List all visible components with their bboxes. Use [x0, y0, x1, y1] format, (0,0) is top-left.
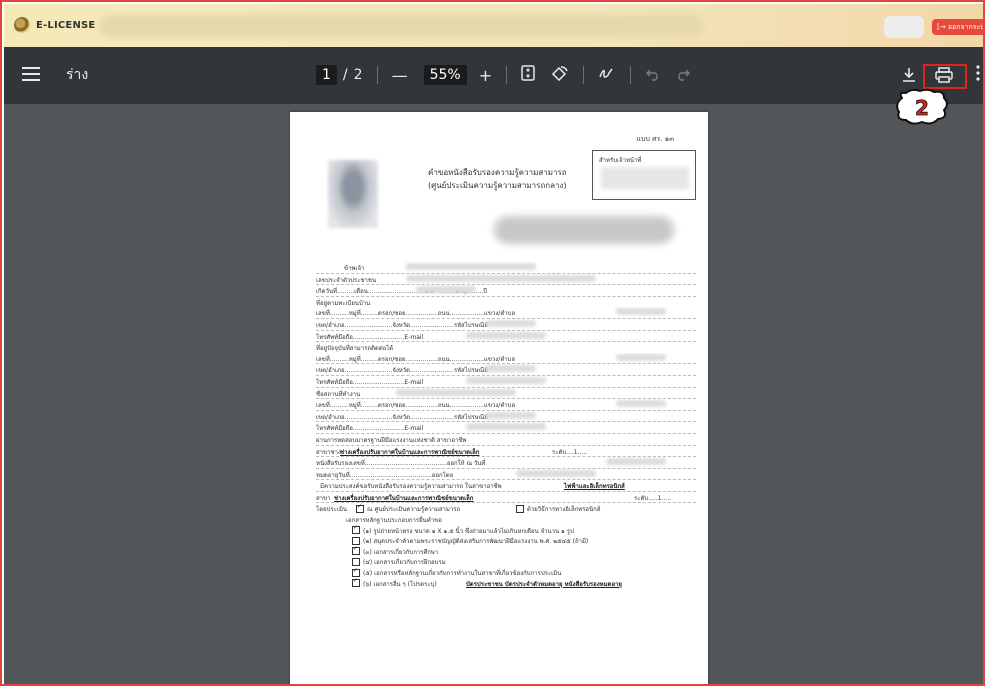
redacted-area [494, 216, 674, 244]
zoom-out-button[interactable]: — [392, 66, 408, 85]
form-row: เขต/อำเภอ.........................จังหวั… [316, 364, 696, 376]
step-badge: 2 [894, 88, 950, 126]
form-row: โทรศัพท์มือถือ..........................… [316, 376, 696, 388]
divider [376, 66, 378, 84]
annotate-icon[interactable] [598, 65, 616, 85]
attachment-item: (๖) เอกสารอื่น ๆ (โปรดระบุ) บัตรประชาชน … [316, 578, 696, 589]
attachment-checkbox[interactable] [352, 525, 360, 535]
form-row: เอกสารหลักฐานประกอบการยื่นคำขอ [346, 517, 442, 525]
form-row: โดยประเมิน ณ ศูนย์ประเมินความรู้ความสามา… [316, 503, 696, 514]
attachment-item: (๕) เอกสารหรือหลักฐานเกี่ยวกับการทำงานใน… [316, 567, 696, 578]
staff-box-label: สำหรับเจ้าหน้าที่ [599, 157, 642, 164]
attachment-checkbox[interactable] [352, 567, 360, 577]
form-row: เลขประจำตัวประชาชน [316, 274, 696, 286]
applicant-photo [328, 160, 378, 228]
rotate-icon[interactable] [551, 65, 569, 85]
undo-icon[interactable] [645, 66, 661, 85]
form-row: เลขที่..........หมู่ที่.........ตรอก/ซอย… [316, 353, 696, 365]
attachment-checkbox[interactable] [352, 557, 360, 566]
attachment-checkbox[interactable] [352, 546, 360, 556]
checkbox-center[interactable] [356, 503, 364, 513]
user-avatar[interactable] [884, 16, 924, 38]
divider [506, 66, 508, 84]
document-viewer[interactable]: แบบ ศร. ๑๓ คำขอหนังสือรับรองความรู้ความส… [4, 104, 983, 684]
form-row: เขต/อำเภอ.........................จังหวั… [316, 319, 696, 331]
document-title: ร่าง [66, 67, 89, 83]
pdf-toolbar: ร่าง 1 / 2 — 55% + [4, 47, 983, 104]
divider [583, 66, 585, 84]
zoom-level-input[interactable]: 55% [423, 65, 467, 85]
form-row: ที่อยู่ตามทะเบียนบ้าน [316, 299, 371, 307]
attachment-checkbox[interactable] [352, 578, 360, 588]
current-page-input[interactable]: 1 [316, 65, 337, 85]
attachment-item: (๑) รูปถ่ายหน้าตรง ขนาด ๑ X ๑.๕ นิ้ว ซึ่… [316, 525, 696, 536]
form-row: เขต/อำเภอ.........................จังหวั… [316, 411, 696, 423]
form-row: หนังสือรับรองเลขที่.....................… [316, 457, 696, 469]
page-controls: 1 / 2 — 55% + [316, 61, 691, 89]
form-row: ข้าพเจ้า [316, 262, 696, 274]
page-separator: / [342, 67, 348, 83]
menu-icon[interactable] [22, 67, 40, 81]
form-row: ที่อยู่ปัจจุบันที่สามารถติดต่อได้ [316, 345, 394, 353]
brand-title: E-LICENSE [36, 19, 96, 31]
brand-logo-icon [14, 17, 30, 33]
redacted-area [601, 167, 689, 189]
attachment-item: (๒) สมุดประจำตัวตามพระราชบัญญัติส่งเสริม… [316, 535, 696, 546]
staff-only-box: สำหรับเจ้าหน้าที่ [592, 150, 696, 200]
logout-button[interactable]: [→ ออกจากระบบ [932, 19, 983, 35]
form-reference: แบบ ศร. ๑๓ [636, 135, 674, 143]
download-icon[interactable] [902, 67, 916, 87]
form-row: หมดอายุวันที่...........................… [316, 469, 696, 481]
form-heading: คำขอหนังสือรับรองความรู้ความสามารถ (ศูนย… [428, 166, 567, 192]
fit-page-icon[interactable] [521, 65, 535, 85]
form-row: เลขที่..........หมู่ที่.........ตรอก/ซอย… [316, 399, 696, 411]
more-icon[interactable] [976, 65, 980, 85]
form-row: สาขา ช่างเครื่องปรับอากาศในบ้านและการพาณ… [316, 492, 696, 504]
checkbox-electronic[interactable] [516, 504, 524, 513]
form-row: สาขาช่าง ช่างเครื่องปรับอากาศในบ้านและกา… [316, 446, 696, 458]
form-row: โทรศัพท์มือถือ..........................… [316, 422, 696, 434]
heading-line-1: คำขอหนังสือรับรองความรู้ความสามารถ [428, 168, 567, 177]
attachment-item: (๓) เอกสารเกี่ยวกับการศึกษา [316, 546, 696, 557]
total-pages: 2 [353, 67, 363, 83]
attachment-checkbox[interactable] [352, 536, 360, 545]
screen-frame: E-LICENSE [→ ออกจากระบบ ร่าง 1 / 2 — 55%… [0, 0, 985, 686]
form-row: เลขที่..........หมู่ที่.........ตรอก/ซอย… [316, 307, 696, 319]
divider [630, 66, 632, 84]
redacted-area [99, 14, 704, 38]
form-row: ชื่อสถานที่ทำงาน [316, 388, 696, 400]
step-number: 2 [915, 96, 929, 120]
pdf-page: แบบ ศร. ๑๓ คำขอหนังสือรับรองความรู้ความส… [290, 112, 708, 684]
form-row: เกิดวันที่.........เดือน................… [316, 285, 696, 297]
app-header: E-LICENSE [→ ออกจากระบบ [4, 4, 983, 47]
print-button-highlight [923, 64, 967, 89]
application-form: ข้าพเจ้า เลขประจำตัวประชาชน เกิดวันที่..… [316, 262, 696, 588]
form-row: ผ่านการทดสอบมาตรฐานฝีมือแรงงานแห่งชาติ ส… [316, 434, 696, 446]
form-row: มีความประสงค์ขอรับหนังสือรับรองความรู้คว… [316, 480, 696, 492]
form-row: โทรศัพท์มือถือ..........................… [316, 331, 696, 343]
redo-icon[interactable] [675, 66, 691, 85]
zoom-in-button[interactable]: + [479, 66, 492, 85]
attachment-item: (๔) เอกสารเกี่ยวกับการฝึกอบรม [316, 556, 696, 567]
heading-line-2: (ศูนย์ประเมินความรู้ความสามารถกลาง) [428, 181, 567, 190]
